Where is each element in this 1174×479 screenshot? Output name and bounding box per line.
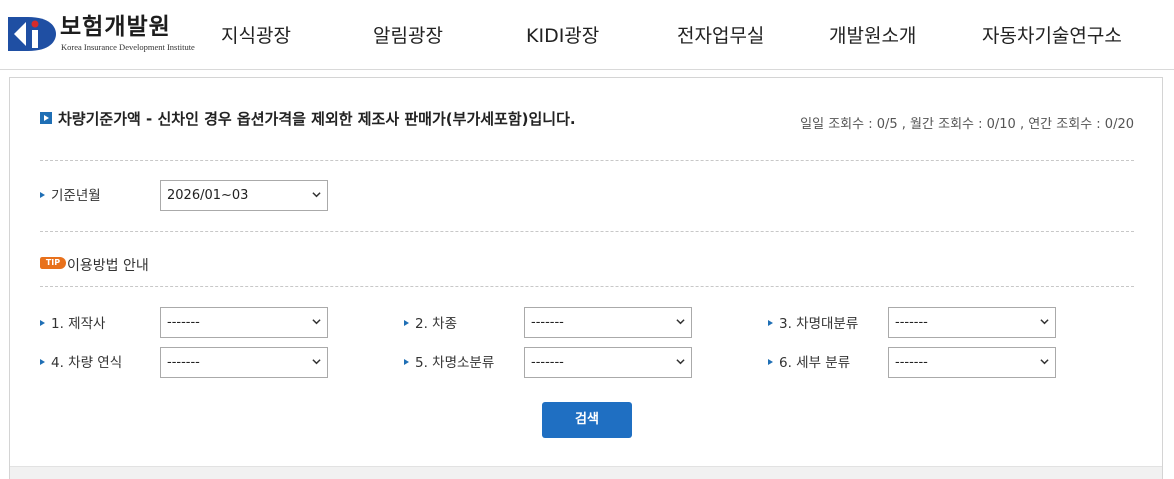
logo-english-text: Korea Insurance Development Institute xyxy=(61,42,195,52)
logo-korean-text: 보험개발원 xyxy=(60,14,171,40)
chevron-down-icon xyxy=(312,319,321,325)
chevron-down-icon xyxy=(312,192,321,198)
tip-badge: TIP xyxy=(40,257,66,269)
select-value: ------- xyxy=(167,315,200,330)
arrow-bullet-icon xyxy=(40,320,45,326)
arrow-bullet-icon xyxy=(404,359,409,365)
page-title: 차량기준가액 - 신차인 경우 옵션가격을 제외한 제조사 판매가(부가세포함)… xyxy=(58,110,576,128)
nav-e-office[interactable]: 전자업무실 xyxy=(677,24,764,48)
vehicle-type-select[interactable]: ------- xyxy=(524,307,692,338)
usage-guide-text: 이용방법 안내 xyxy=(67,258,149,274)
search-button[interactable]: 검색 xyxy=(542,402,632,438)
arrow-bullet-icon xyxy=(768,359,773,365)
panel-footer-strip xyxy=(10,466,1162,479)
filter-label-vehicle-type: 2. 차종 xyxy=(404,312,457,332)
divider xyxy=(40,160,1134,161)
manufacturer-select[interactable]: ------- xyxy=(160,307,328,338)
chevron-down-icon xyxy=(312,359,321,365)
filter-label-model-year: 4. 차량 연식 xyxy=(40,351,122,371)
nav-about[interactable]: 개발원소개 xyxy=(829,24,916,48)
play-square-icon xyxy=(40,112,52,124)
nav-auto-research[interactable]: 자동차기술연구소 xyxy=(982,24,1122,48)
filter-label-model-major: 3. 차명대분류 xyxy=(768,312,858,332)
filter-label-text: 2. 차종 xyxy=(415,316,458,332)
base-month-value: 2026/01~03 xyxy=(167,188,249,203)
chevron-down-icon xyxy=(1040,359,1049,365)
select-value: ------- xyxy=(531,355,564,370)
arrow-bullet-icon xyxy=(404,320,409,326)
nav-knowledge[interactable]: 지식광장 xyxy=(221,24,291,48)
divider xyxy=(40,286,1134,287)
select-value: ------- xyxy=(531,315,564,330)
site-logo[interactable]: 보험개발원 Korea Insurance Development Instit… xyxy=(6,13,202,57)
filter-label-manufacturer: 1. 제작사 xyxy=(40,312,105,332)
filter-label-text: 1. 제작사 xyxy=(51,316,106,332)
chevron-down-icon xyxy=(676,319,685,325)
query-count-status: 일일 조회수 : 0/5 , 월간 조회수 : 0/10 , 연간 조회수 : … xyxy=(800,117,1134,132)
filter-label-text: 4. 차량 연식 xyxy=(51,355,123,371)
filter-label-text: 6. 세부 분류 xyxy=(779,355,851,371)
chevron-down-icon xyxy=(676,359,685,365)
arrow-bullet-icon xyxy=(40,359,45,365)
arrow-bullet-icon xyxy=(768,320,773,326)
filter-label-text: 5. 차명소분류 xyxy=(415,355,495,371)
base-month-select[interactable]: 2026/01~03 xyxy=(160,180,328,211)
filter-label-text: 3. 차명대분류 xyxy=(779,316,859,332)
chevron-down-icon xyxy=(1040,319,1049,325)
base-month-label: 기준년월 xyxy=(40,184,101,204)
model-year-select[interactable]: ------- xyxy=(160,347,328,378)
model-major-select[interactable]: ------- xyxy=(888,307,1056,338)
title-row: 차량기준가액 - 신차인 경우 옵션가격을 제외한 제조사 판매가(부가세포함)… xyxy=(40,108,1134,132)
arrow-bullet-icon xyxy=(40,192,45,198)
nav-notice[interactable]: 알림광장 xyxy=(373,24,443,48)
nav-kidi-plaza[interactable]: KIDI광장 xyxy=(526,24,599,48)
model-minor-select[interactable]: ------- xyxy=(524,347,692,378)
filter-label-model-minor: 5. 차명소분류 xyxy=(404,351,494,371)
vehicle-value-panel: 차량기준가액 - 신차인 경우 옵션가격을 제외한 제조사 판매가(부가세포함)… xyxy=(9,77,1163,479)
base-month-label-text: 기준년월 xyxy=(51,188,101,204)
select-value: ------- xyxy=(895,355,928,370)
select-value: ------- xyxy=(167,355,200,370)
site-header: 보험개발원 Korea Insurance Development Instit… xyxy=(0,0,1174,70)
kidi-logo-icon xyxy=(8,17,56,51)
detail-select[interactable]: ------- xyxy=(888,347,1056,378)
divider xyxy=(40,231,1134,232)
filter-label-detail: 6. 세부 분류 xyxy=(768,351,850,371)
select-value: ------- xyxy=(895,315,928,330)
